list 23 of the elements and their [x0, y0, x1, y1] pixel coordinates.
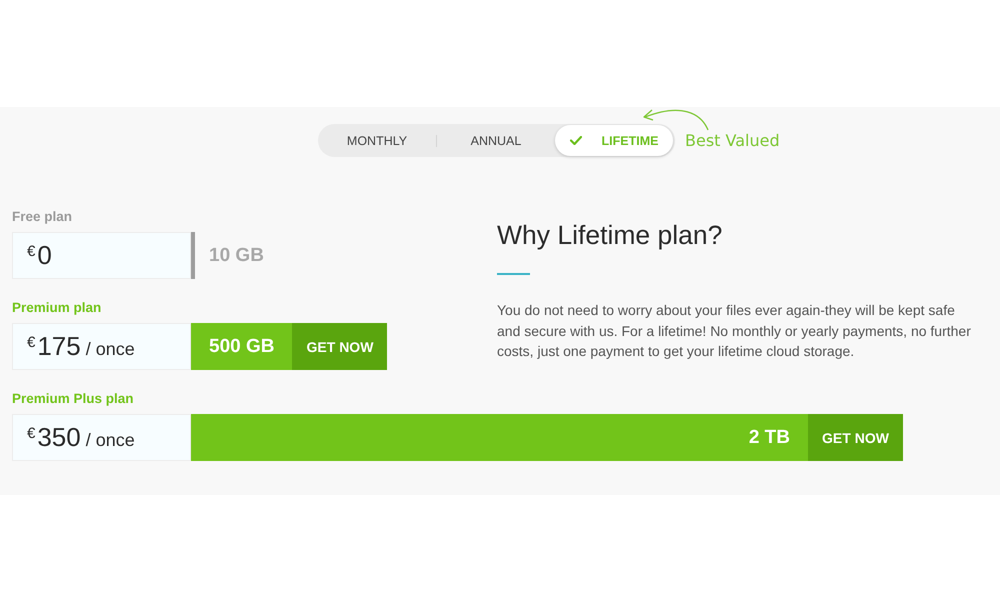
- get-now-button[interactable]: GET NOW: [292, 323, 388, 370]
- currency-symbol: €: [27, 334, 36, 351]
- check-icon: [570, 136, 582, 145]
- plan-name: Premium plan: [12, 299, 102, 317]
- plan-period-tab[interactable]: MONTHLY: [318, 125, 436, 156]
- storage-size: 10 GB: [209, 244, 264, 266]
- info-text: You do not need to worry about your files ever again-they will be kept safe and secure with us. For a lifetime! No monthly or yearly payments, no further costs, just one payment to get your lifetime cloud storage.: [497, 301, 972, 361]
- price-amount: 175: [37, 331, 81, 362]
- price-amount: 350: [37, 422, 81, 453]
- currency-symbol: €: [27, 243, 36, 260]
- price-period: / once: [86, 430, 135, 451]
- plan-name: Premium Plus plan: [12, 390, 134, 408]
- price-amount: 0: [37, 240, 52, 271]
- storage-size: 500 GB: [209, 336, 274, 358]
- currency-symbol: €: [27, 425, 36, 442]
- price-period: / once: [86, 339, 135, 360]
- best-valued-label: Best Valued: [685, 131, 780, 150]
- plan-period-tab[interactable]: ANNUAL: [437, 125, 555, 156]
- get-now-button[interactable]: GET NOW: [808, 414, 903, 461]
- info-heading: Why Lifetime plan?: [497, 219, 724, 252]
- storage-size: 2 TB: [748, 426, 790, 448]
- plan-period-tab[interactable]: LIFETIME: [555, 125, 673, 156]
- plan-name: Free plan: [12, 208, 72, 226]
